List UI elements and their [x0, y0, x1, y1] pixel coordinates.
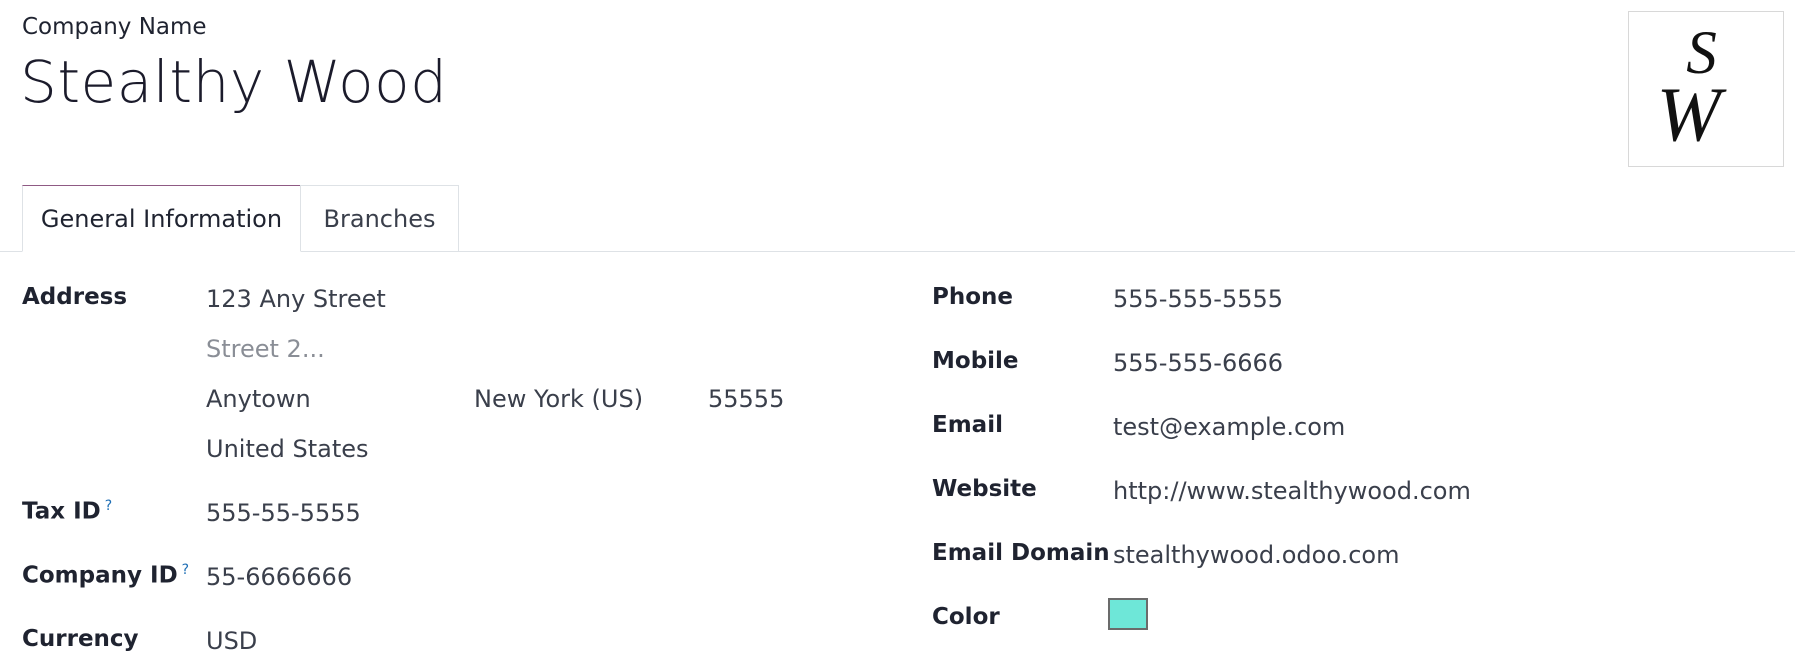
- tax-id-label: Tax ID?: [22, 498, 112, 525]
- mobile-field[interactable]: 555-555-6666: [1113, 349, 1283, 377]
- company-id-field[interactable]: 55-6666666: [206, 563, 352, 591]
- form-tabs: General Information Branches: [0, 185, 1795, 252]
- street2-field[interactable]: Street 2...: [206, 335, 325, 363]
- email-domain-label: Email Domain: [932, 540, 1110, 566]
- email-field[interactable]: test@example.com: [1113, 413, 1345, 441]
- company-name-label: Company Name: [22, 14, 207, 40]
- tax-id-field[interactable]: 555-55-5555: [206, 499, 361, 527]
- logo-sw-monogram: S W: [1657, 19, 1727, 157]
- currency-label: Currency: [22, 626, 139, 652]
- zip-field[interactable]: 55555: [708, 385, 784, 413]
- phone-field[interactable]: 555-555-5555: [1113, 285, 1283, 313]
- company-id-label: Company ID?: [22, 562, 189, 589]
- street-field[interactable]: 123 Any Street: [206, 285, 386, 313]
- tab-label: General Information: [40, 204, 283, 233]
- company-name-field[interactable]: Stealthy Wood: [20, 48, 447, 116]
- phone-label: Phone: [932, 284, 1014, 310]
- svg-text:W: W: [1657, 71, 1727, 157]
- email-domain-field[interactable]: stealthywood.odoo.com: [1113, 541, 1400, 569]
- website-label: Website: [932, 476, 1037, 502]
- tab-label: Branches: [323, 204, 436, 233]
- color-label: Color: [932, 604, 1000, 630]
- website-field[interactable]: http://www.stealthywood.com: [1113, 477, 1471, 505]
- currency-field[interactable]: USD: [206, 627, 257, 655]
- mobile-label: Mobile: [932, 348, 1019, 374]
- city-field[interactable]: Anytown: [206, 385, 311, 413]
- company-id-label-text: Company ID: [22, 562, 178, 589]
- address-label: Address: [22, 284, 128, 310]
- company-logo[interactable]: S W: [1628, 11, 1784, 167]
- email-label: Email: [932, 412, 1003, 438]
- company-id-help-icon[interactable]: ?: [182, 562, 189, 578]
- tab-general-information[interactable]: General Information: [22, 185, 301, 252]
- tax-id-label-text: Tax ID: [22, 498, 101, 525]
- tax-id-help-icon[interactable]: ?: [105, 498, 112, 514]
- country-field[interactable]: United States: [206, 435, 369, 463]
- color-picker-swatch[interactable]: [1108, 598, 1148, 630]
- state-field[interactable]: New York (US): [474, 385, 643, 413]
- tab-branches[interactable]: Branches: [300, 185, 459, 251]
